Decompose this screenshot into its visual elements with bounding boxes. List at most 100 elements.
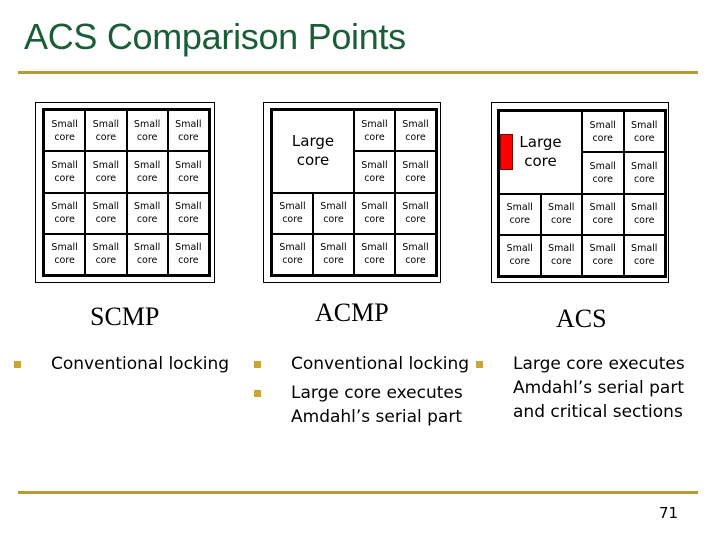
small-core-label-line1: Small — [631, 243, 658, 255]
small-core-label-line2: core — [95, 172, 117, 184]
small-core-label-line1: Small — [92, 201, 120, 213]
small-core: Small core — [395, 151, 436, 193]
small-core-label-line1: Small — [51, 242, 78, 254]
bullet-item: Conventional locking — [254, 352, 484, 376]
small-core-label-line2: core — [178, 131, 199, 143]
small-core: Small core — [623, 152, 665, 194]
small-core-label-line1: Small — [92, 159, 120, 171]
small-core: Small core — [354, 110, 395, 152]
small-core-label-line1: Small — [133, 118, 161, 130]
large-core: Large core — [272, 110, 354, 193]
small-core-label-line1: Small — [402, 159, 429, 171]
small-core: Small core — [540, 234, 582, 276]
small-core: Small core — [623, 193, 665, 235]
small-core-label-line2: core — [95, 255, 117, 267]
small-core-label-line1: Small — [175, 118, 202, 130]
small-core: Small core — [85, 151, 127, 193]
small-core-label-line1: Small — [589, 119, 616, 131]
small-core-label-line1: Small — [589, 243, 616, 255]
small-core-label-line2: core — [509, 215, 531, 227]
small-core-label-line1: Small — [402, 118, 429, 130]
small-core-label-line2: core — [54, 255, 75, 267]
acmp-core-grid: Large core Small core Small core Small core Sm… — [270, 108, 438, 277]
acs-bullets: Large core executes Amdahl’s serial part… — [476, 352, 706, 429]
small-core-label-line1: Small — [175, 201, 202, 213]
critical-section-indicator — [500, 134, 513, 170]
bullet-text: Large core executes Amdahl’s serial part — [291, 383, 463, 427]
small-core-label-line1: Small — [320, 201, 347, 213]
acmp-bullets: Conventional locking Large core executes… — [254, 352, 484, 434]
page-number: 71 — [659, 504, 679, 522]
small-core: Small core — [313, 233, 354, 275]
bullet-square-icon — [254, 390, 261, 397]
small-core-label-line2: core — [364, 172, 385, 184]
small-core: Small core — [85, 192, 127, 234]
small-core-label-line2: core — [592, 256, 614, 268]
small-core-label-line1: Small — [92, 118, 120, 130]
title-divider — [18, 71, 698, 74]
small-core-label-line2: core — [550, 256, 572, 268]
small-core: Small core — [582, 152, 624, 194]
small-core-label-line2: core — [54, 131, 75, 143]
small-core: Small core — [85, 233, 127, 275]
scmp-core-grid: Small core Small core Small core Small core Smal… — [42, 108, 211, 277]
bullet-text: Conventional locking — [291, 354, 470, 374]
large-core-label-line1: Large — [291, 132, 335, 151]
small-core-label-line2: core — [178, 172, 199, 184]
large-core: Large core — [499, 111, 582, 194]
small-core-label-line1: Small — [361, 201, 388, 213]
small-core-label-line2: core — [633, 173, 655, 185]
small-core: Small core — [623, 234, 665, 276]
small-core-label-line1: Small — [506, 202, 533, 214]
small-core-label-line1: Small — [631, 202, 658, 214]
small-core-label-line1: Small — [175, 242, 202, 254]
small-core-label-line2: core — [54, 214, 75, 226]
acmp-label: ACMP — [315, 298, 389, 327]
small-core-label-line1: Small — [133, 242, 161, 254]
small-core: Small core — [499, 234, 541, 276]
small-core: Small core — [126, 233, 168, 275]
small-core: Small core — [395, 110, 436, 152]
bullet-item: Large core executes Amdahl’s serial part… — [476, 352, 693, 424]
small-core-label-line1: Small — [402, 242, 429, 254]
small-core-label-line1: Small — [175, 159, 202, 171]
small-core-label-line2: core — [95, 131, 117, 143]
small-core: Small core — [44, 233, 86, 275]
small-core-label-line2: core — [550, 215, 572, 227]
small-core-label-line2: core — [95, 214, 117, 226]
small-core-label-line2: core — [405, 255, 426, 267]
small-core-label-line1: Small — [320, 242, 347, 254]
small-core-label-line1: Small — [51, 159, 78, 171]
small-core: Small core — [272, 192, 313, 234]
small-core: Small core — [126, 192, 168, 234]
small-core: Small core — [582, 193, 624, 235]
scmp-bullets: Conventional locking — [14, 352, 244, 381]
bullet-square-icon — [14, 361, 21, 368]
small-core-label-line2: core — [323, 255, 344, 267]
small-core-label-line1: Small — [589, 160, 616, 172]
small-core: Small core — [44, 151, 86, 193]
small-core-label-line2: core — [178, 214, 199, 226]
small-core-label-line2: core — [509, 256, 531, 268]
small-core: Small core — [395, 192, 436, 234]
footer-divider — [18, 491, 698, 494]
small-core: Small core — [499, 193, 541, 235]
small-core: Small core — [167, 110, 209, 152]
small-core-label-line2: core — [592, 132, 614, 144]
small-core: Small core — [395, 233, 436, 275]
small-core-label-line1: Small — [631, 160, 658, 172]
small-core: Small core — [354, 151, 395, 193]
small-core-label-line1: Small — [361, 242, 388, 254]
small-core-label-line2: core — [136, 131, 158, 143]
small-core-label-line2: core — [592, 173, 614, 185]
small-core-label-line2: core — [364, 131, 385, 143]
acs-label: ACS — [556, 304, 607, 333]
small-core-label-line1: Small — [402, 201, 429, 213]
slide-title: ACS Comparison Points — [24, 16, 406, 57]
small-core-label-line1: Small — [506, 243, 533, 255]
small-core-label-line1: Small — [361, 118, 388, 130]
small-core-label-line1: Small — [589, 202, 616, 214]
bullet-square-icon — [476, 361, 483, 368]
small-core-label-line2: core — [136, 214, 158, 226]
bullet-square-icon — [254, 361, 261, 368]
